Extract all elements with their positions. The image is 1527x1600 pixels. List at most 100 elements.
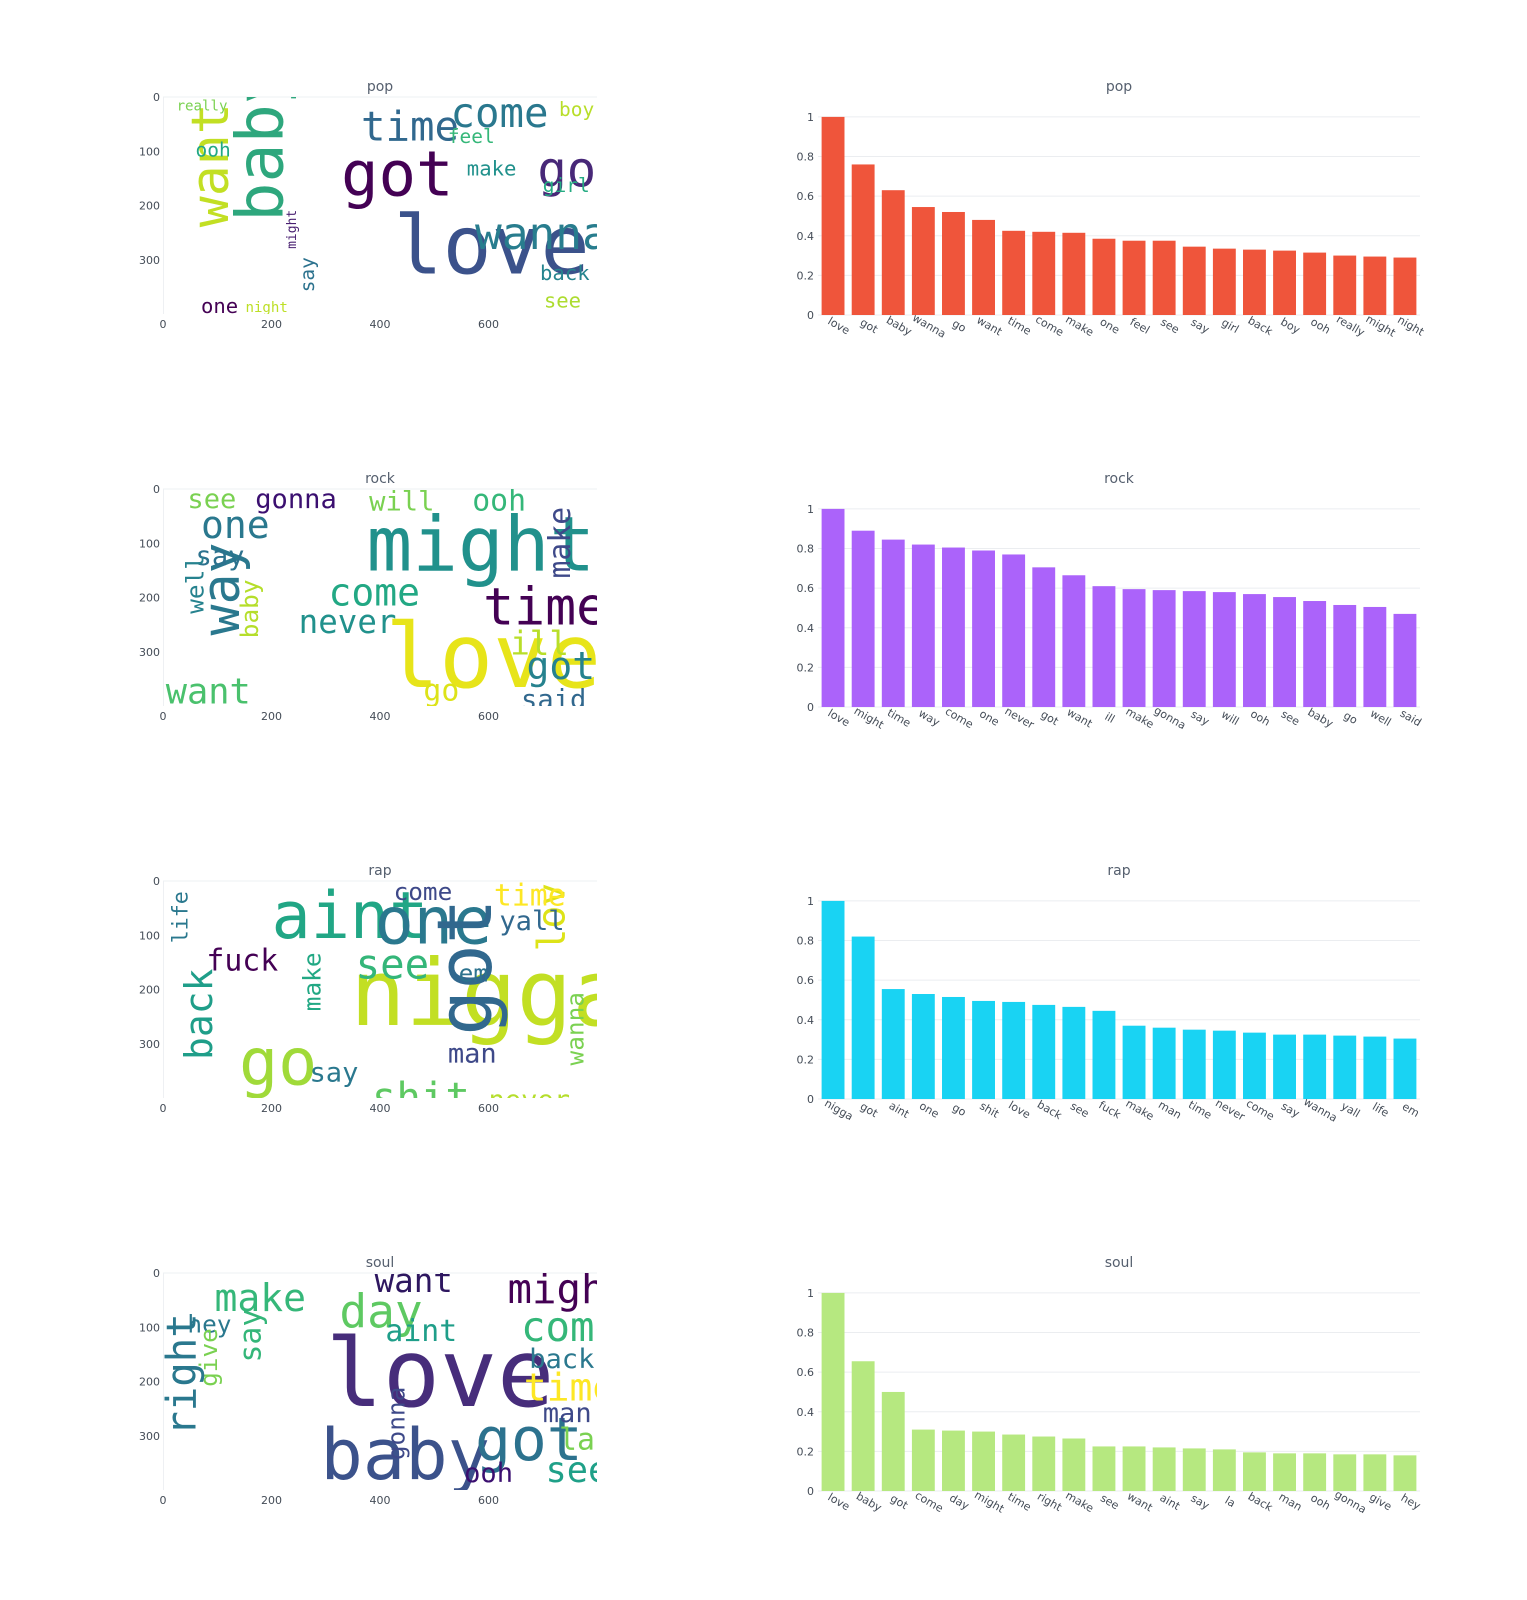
x-tick-label: la [1223, 1494, 1238, 1510]
word-will: will [369, 487, 434, 518]
bar-never [1212, 1030, 1236, 1099]
bar-go [942, 996, 965, 1099]
y-tick-label: 1 [807, 503, 814, 516]
x-tick-label: got [888, 1492, 911, 1513]
word-want: want [181, 103, 241, 227]
bar-back [1032, 1004, 1056, 1099]
x-tick-label: say [1189, 1492, 1212, 1513]
bar-chart-rock: rock 0 0.2 0.4 0.6 0.8 1 love mighttime way come on… [797, 471, 1424, 732]
x-tick-label: 400 [370, 1102, 391, 1115]
y-tick-label: 300 [139, 646, 160, 659]
word-girl: girl [543, 174, 590, 197]
bar-wanna [1303, 1034, 1327, 1099]
word-go: go [423, 674, 459, 709]
bar-make [1062, 1438, 1086, 1491]
word-right: right [158, 1313, 206, 1435]
bar-baby [881, 190, 905, 315]
x-tick-label: come [943, 705, 976, 732]
word-well: well [181, 555, 210, 614]
chart-title: rock [1104, 471, 1135, 487]
word-boy: boy [559, 98, 594, 121]
x-tick-label: right [1035, 1490, 1064, 1515]
word-said: said [521, 685, 586, 716]
x-tick-label: go [950, 1101, 969, 1119]
x-tick-label: aint [887, 1099, 912, 1121]
y-tick-label: 100 [139, 929, 160, 942]
word-got: got [526, 644, 595, 688]
x-tick-label: aint [1158, 1491, 1183, 1513]
y-tick-label: 0 [807, 701, 814, 714]
bar-see [1152, 240, 1176, 315]
x-tick-label: one [977, 707, 1001, 729]
x-tick-label: back [1035, 1098, 1065, 1123]
bar-got [1032, 567, 1056, 707]
word-say: say [296, 257, 319, 292]
bar-night [1393, 257, 1417, 315]
y-tick-label: 0 [807, 1485, 814, 1498]
word-might: might [285, 210, 300, 249]
word-aint: aint [385, 1314, 457, 1349]
x-tick-label: 400 [370, 318, 391, 331]
x-tick-label: 400 [370, 1494, 391, 1507]
y-tick-label: 0 [153, 91, 160, 104]
x-tick-label: baby [854, 1490, 884, 1515]
bar-chart-pop: pop 0 0.2 0.4 0.6 0.8 1 love got babywanna go want t… [797, 79, 1427, 341]
x-tick-label: give [1367, 1491, 1394, 1514]
bar-la [1212, 1449, 1236, 1491]
y-tick-label: 100 [139, 145, 160, 158]
bar-might [1363, 256, 1387, 315]
bar-one [911, 994, 935, 1099]
x-tick-label: love [826, 707, 853, 730]
bar-love [1002, 1001, 1026, 1099]
y-tick-label: 0 [153, 483, 160, 496]
word-fuck: fuck [206, 944, 278, 979]
bar-ill [1092, 586, 1116, 707]
bar-one [1092, 238, 1116, 315]
x-tick-label: baby [884, 314, 914, 339]
bar-say [1182, 1448, 1206, 1491]
x-tick-label: life [1370, 1100, 1391, 1120]
word-want: want [166, 671, 251, 712]
x-tick-label: boy [1278, 315, 1302, 337]
bar-see [1062, 1006, 1086, 1099]
y-tick-label: 0.6 [797, 190, 815, 203]
chart-title: soul [366, 1255, 395, 1271]
bar-back [1243, 249, 1266, 315]
bar-love [821, 116, 845, 316]
wordcloud-rock: rock01002003000 200 400 600lovemighttimeway… [139, 471, 597, 723]
y-tick-label: 200 [139, 200, 160, 213]
y-tick-label: 200 [139, 984, 160, 997]
bar-make [1122, 1025, 1146, 1099]
word-make: make [297, 952, 326, 1011]
y-tick-label: 0.2 [797, 661, 815, 674]
y-tick-label: 1 [807, 111, 814, 124]
x-tick-label: 0 [160, 1102, 167, 1115]
word-man: man [448, 1039, 497, 1070]
x-tick-label: really [1334, 313, 1367, 340]
y-tick-label: 300 [139, 1038, 160, 1051]
bar-right [1032, 1436, 1056, 1491]
bar-go [942, 211, 965, 315]
y-tick-label: 300 [139, 254, 160, 267]
bar-baby [1303, 601, 1327, 707]
bar-might [972, 1431, 995, 1491]
x-tick-label: gonna [1152, 704, 1188, 732]
bar-shit [972, 1000, 995, 1099]
bar-give [1363, 1454, 1387, 1491]
word-time: time [361, 102, 459, 150]
x-tick-label: time [1005, 1490, 1033, 1514]
chart-title: rap [368, 863, 391, 879]
bar-nigga [821, 900, 845, 1099]
y-tick-label: 0.8 [797, 935, 815, 948]
bar-come [1032, 231, 1056, 315]
x-tick-label: ooh [1308, 1491, 1332, 1512]
y-tick-label: 0.6 [797, 582, 815, 595]
x-tick-label: come [1033, 313, 1066, 340]
y-tick-label: 0.8 [797, 543, 815, 556]
bar-time [1002, 1434, 1026, 1491]
x-tick-label: 200 [261, 318, 282, 331]
x-tick-label: go [950, 317, 969, 335]
bar-time [1002, 230, 1026, 315]
wordcloud-rap: rap01002003000 200 400 600niggaaintonegot lo… [139, 863, 597, 1115]
bar-chart-rap: rap 0 0.2 0.4 0.6 0.8 1 nigga got aint one go shit lo… [797, 863, 1422, 1125]
